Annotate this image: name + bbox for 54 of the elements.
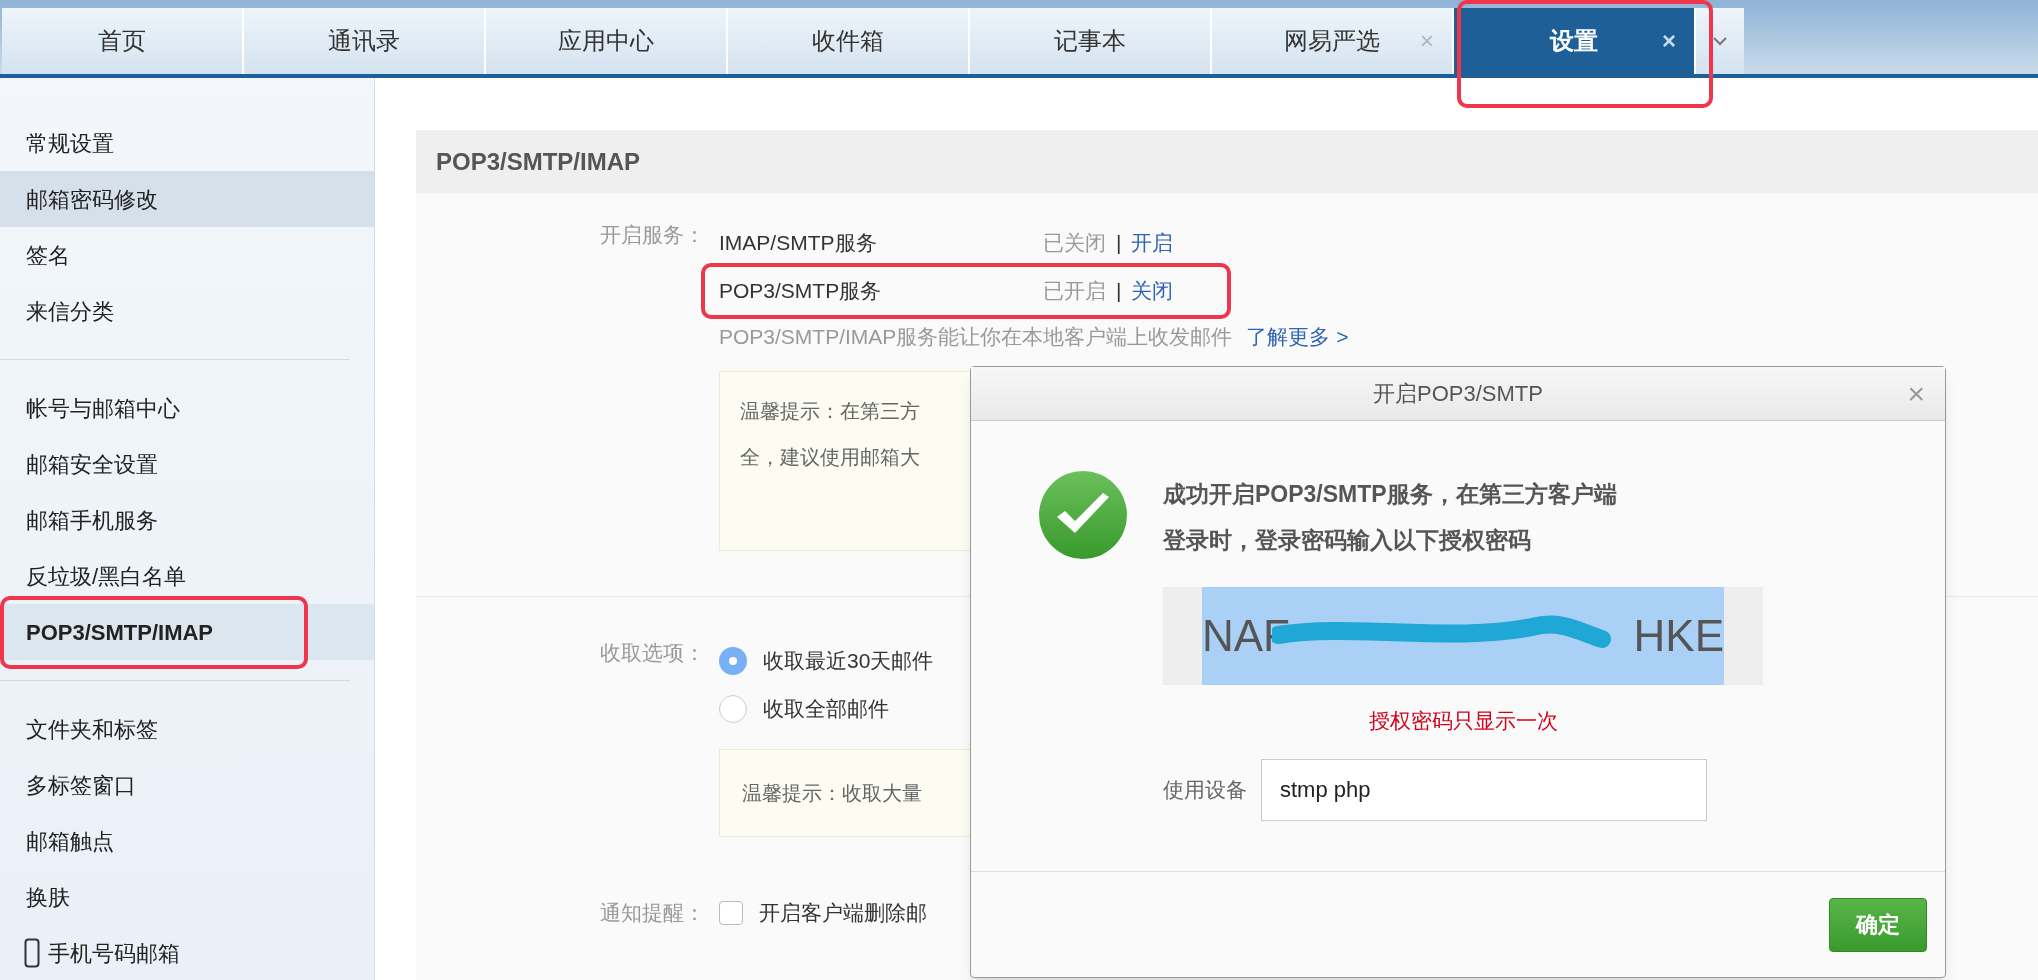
service-toggle-link[interactable]: 开启 <box>1131 227 1174 259</box>
sidebar-item[interactable]: 换肤 <box>0 869 374 925</box>
sidebar-item[interactable]: 文件夹和标签 <box>0 701 374 757</box>
sidebar-item[interactable]: 邮箱密码修改 <box>0 171 374 227</box>
tab[interactable]: 设置 × <box>1454 8 1696 74</box>
tip-text: 温馨提示：收取大量 <box>742 781 922 806</box>
tip-text: 全，建议使用邮箱大 <box>740 445 920 470</box>
sidebar-item[interactable]: 邮箱触点 <box>0 813 374 869</box>
tab[interactable]: 网易严选 × <box>1212 8 1454 74</box>
checkbox[interactable] <box>719 900 743 925</box>
service-name: IMAP/SMTP服务 <box>719 230 878 257</box>
checkmark-icon <box>1039 471 1127 559</box>
phone-icon <box>24 938 40 968</box>
field-label: 通知提醒： <box>600 901 705 924</box>
tab[interactable]: 通讯录 <box>244 8 486 74</box>
panel-title: POP3/SMTP/IMAP <box>436 146 641 177</box>
tab[interactable]: 应用中心 <box>486 8 728 74</box>
success-message: 成功开启POP3/SMTP服务，在第三方客户端登录时，登录密码输入以下授权密码 <box>1163 480 1618 555</box>
service-status: 已关闭 <box>1043 230 1106 257</box>
warning-text: 授权密码只显示一次 <box>1368 708 1558 734</box>
device-input-field[interactable]: stmp php <box>1261 758 1707 821</box>
learn-more-link[interactable]: 了解更多 > <box>1246 321 1349 353</box>
close-tab-button[interactable]: × <box>1662 23 1676 59</box>
sidebar-item[interactable]: 常规设置 <box>0 115 374 171</box>
sidebar-item[interactable]: 签名 <box>0 227 374 283</box>
separator: | <box>1116 230 1122 257</box>
sidebar-item[interactable]: 帐号与邮箱中心 <box>0 380 374 436</box>
field-label: 收取选项： <box>600 641 705 664</box>
sidebar-item[interactable]: 手机号码邮箱 <box>0 925 374 980</box>
field-label: 使用设备 <box>1163 776 1247 803</box>
tab[interactable]: 首页 <box>2 8 244 74</box>
field-label: 开启服务： <box>600 223 705 246</box>
sidebar-item[interactable]: 反垃圾/黑白名单 <box>0 548 374 604</box>
sidebar-item[interactable]: 多标签窗口 <box>0 757 374 813</box>
dropdown-button[interactable] <box>1696 8 1744 74</box>
radio-button[interactable] <box>719 647 747 675</box>
service-status: 已开启 <box>1043 278 1106 305</box>
tab[interactable]: 记事本 <box>970 8 1212 74</box>
service-toggle-link[interactable]: 关闭 <box>1131 275 1174 307</box>
tab[interactable]: 收件箱 <box>728 8 970 74</box>
sidebar-item[interactable]: 来信分类 <box>0 283 374 339</box>
code-text: HKE <box>1633 610 1724 662</box>
sidebar-item[interactable]: 邮箱安全设置 <box>0 436 374 492</box>
option-label: 收取全部邮件 <box>763 696 889 723</box>
radio-button[interactable] <box>719 695 747 723</box>
tip-text: 温馨提示：在第三方 <box>740 399 920 424</box>
sidebar-item[interactable]: 邮箱手机服务 <box>0 492 374 548</box>
separator: | <box>1116 278 1122 305</box>
service-name: POP3/SMTP服务 <box>719 278 883 305</box>
chevron-down-icon <box>1712 36 1728 46</box>
option-label: 收取最近30天邮件 <box>763 648 934 675</box>
info-text: POP3/SMTP/IMAP服务能让你在本地客户端上收发邮件 <box>719 324 1233 351</box>
dialog-title: 开启POP3/SMTP <box>1373 380 1543 408</box>
option-label: 开启客户端删除邮 <box>759 900 927 926</box>
